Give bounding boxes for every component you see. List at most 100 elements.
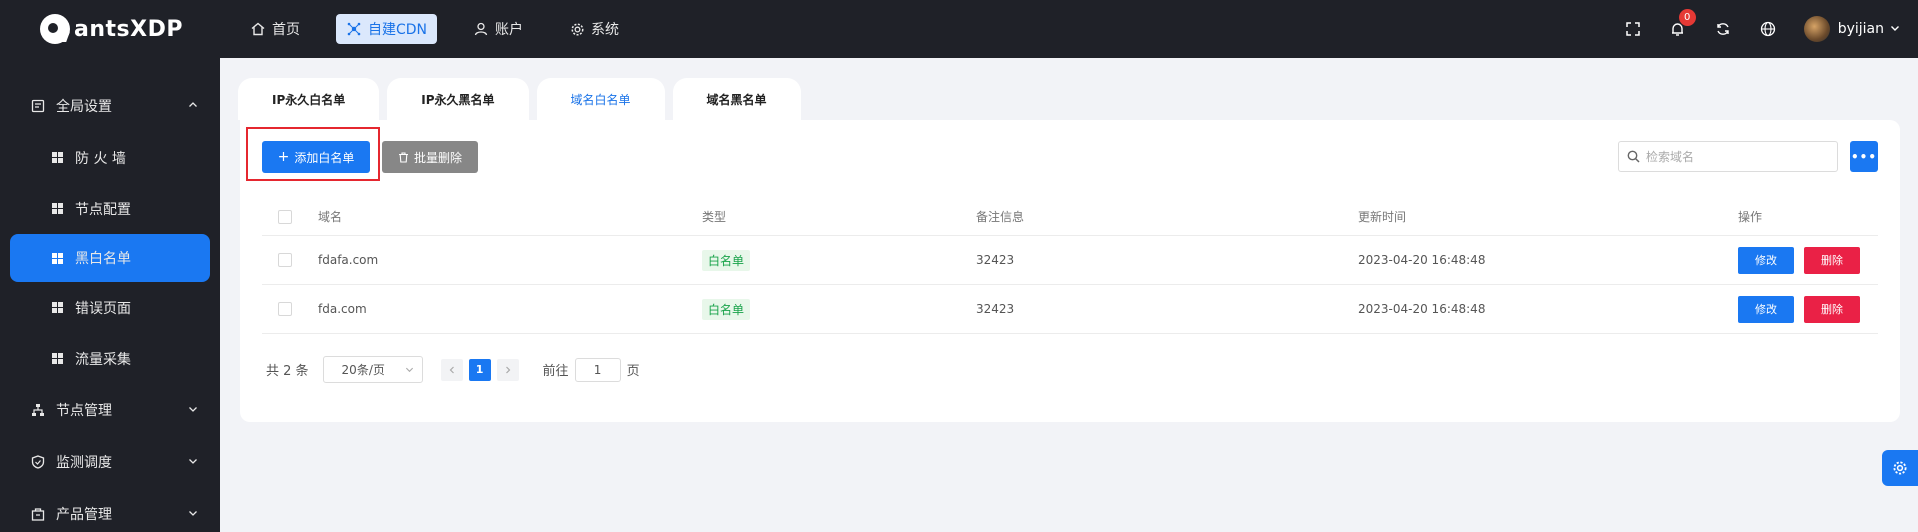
topnav-cdn[interactable]: 自建CDN <box>336 14 438 44</box>
topnav-home-label: 首页 <box>272 22 300 38</box>
topnav-account[interactable]: 账户 <box>463 14 533 44</box>
page-size-select[interactable]: 20条/页 <box>322 356 423 383</box>
sidebar-item-blackwhite-list[interactable]: 黑白名单 <box>10 234 210 282</box>
sidebar-item-label: 错误页面 <box>75 300 131 317</box>
goto-label: 前往 <box>542 364 569 379</box>
brand-name: antsXDP <box>74 16 183 42</box>
trash-icon <box>398 151 409 163</box>
grid-icon <box>52 353 63 364</box>
top-right-tools: 0 byijian <box>1624 0 1918 58</box>
tab-domain-blacklist[interactable]: 域名黑名单 <box>672 78 801 120</box>
avatar <box>1803 16 1830 42</box>
sidebar-group-product-management[interactable]: 产品管理 <box>0 488 220 532</box>
table-row: fda.com 白名单 32423 2023-04-20 16:48:48 修改… <box>262 285 1878 334</box>
column-header-actions: 操作 <box>1738 210 1763 224</box>
type-tag: 白名单 <box>702 298 751 320</box>
more-options-button[interactable]: ••• <box>1850 141 1878 172</box>
add-whitelist-button[interactable]: + 添加白名单 <box>262 141 370 173</box>
chevron-down-icon <box>188 454 198 470</box>
chevron-down-icon <box>405 365 414 374</box>
tab-domain-whitelist[interactable]: 域名白名单 <box>536 78 665 120</box>
sidebar-group-label: 全局设置 <box>56 99 112 115</box>
chevron-down-icon <box>188 402 198 418</box>
topnav-home[interactable]: 首页 <box>240 14 310 44</box>
page-size-value: 20条/页 <box>341 363 385 377</box>
table-header: 域名 类型 备注信息 更新时间 操作 <box>262 198 1878 236</box>
delete-button[interactable]: 删除 <box>1804 246 1860 274</box>
domain-search[interactable] <box>1618 141 1838 172</box>
topnav-cdn-label: 自建CDN <box>368 22 428 38</box>
tab-ip-blacklist[interactable]: IP永久黑名单 <box>387 78 529 120</box>
list-tabs: IP永久白名单 IP永久黑名单 域名白名单 域名黑名单 <box>238 78 809 120</box>
gear-icon <box>1892 460 1908 476</box>
cell-note: 32423 <box>976 302 1015 316</box>
user-menu[interactable]: byijian <box>1803 16 1900 42</box>
column-header-type[interactable]: 类型 <box>702 208 976 225</box>
select-all-checkbox[interactable] <box>278 209 292 224</box>
sidebar-item-node-config[interactable]: 节点配置 <box>0 183 220 234</box>
grid-icon <box>52 252 63 264</box>
cell-domain: fda.com <box>318 302 367 316</box>
sidebar-item-firewall[interactable]: 防 火 墙 <box>0 132 220 183</box>
ellipsis-icon: ••• <box>1850 149 1877 164</box>
grid-icon <box>52 203 63 214</box>
row-checkbox[interactable] <box>278 253 292 267</box>
settings-doc-icon <box>30 98 46 114</box>
bell-icon[interactable]: 0 <box>1669 9 1696 38</box>
pagination: 共 2 条 20条/页 1 前往 页 <box>266 356 640 383</box>
page-unit-label: 页 <box>626 364 640 379</box>
gear-icon <box>569 21 585 37</box>
whitelist-panel: + 添加白名单 批量删除 ••• 域名 类型 备注信息 更新时间 <box>240 120 1900 422</box>
shield-icon <box>30 454 46 470</box>
notification-badge: 0 <box>1678 9 1696 26</box>
sidebar: 全局设置 防 火 墙 节点配置 黑白名单 错误页面 流量采集 节点管理 监测调度… <box>0 58 220 532</box>
sidebar-group-node-management[interactable]: 节点管理 <box>0 384 220 436</box>
chevron-left-icon <box>449 366 454 373</box>
chevron-down-icon <box>1890 21 1900 37</box>
delete-button[interactable]: 删除 <box>1804 295 1860 323</box>
refresh-icon[interactable] <box>1714 20 1732 38</box>
topnav-system-label: 系统 <box>591 22 620 38</box>
sidebar-item-error-pages[interactable]: 错误页面 <box>0 282 220 333</box>
sidebar-group-global-settings[interactable]: 全局设置 <box>0 80 220 132</box>
edit-button[interactable]: 修改 <box>1738 246 1794 274</box>
grid-icon <box>52 152 63 163</box>
logo[interactable]: antsXDP <box>0 0 220 58</box>
chevron-right-icon <box>505 366 510 373</box>
topnav-system[interactable]: 系统 <box>559 14 629 44</box>
sidebar-group-monitor-schedule[interactable]: 监测调度 <box>0 436 220 488</box>
search-input[interactable] <box>1646 149 1826 164</box>
cell-updated: 2023-04-20 16:48:48 <box>1358 302 1486 316</box>
chevron-down-icon <box>188 506 198 522</box>
top-nav: 首页 自建CDN 账户 系统 <box>240 14 655 44</box>
sidebar-group-label: 监测调度 <box>56 455 112 471</box>
page-number-current[interactable]: 1 <box>468 358 491 381</box>
chevron-up-icon <box>188 98 198 114</box>
domain-whitelist-table: 域名 类型 备注信息 更新时间 操作 fdafa.com 白名单 32423 2… <box>262 198 1878 334</box>
edit-button[interactable]: 修改 <box>1738 295 1794 323</box>
column-header-note[interactable]: 备注信息 <box>976 208 1358 225</box>
sidebar-item-label: 黑白名单 <box>75 251 131 267</box>
sidebar-item-traffic-collect[interactable]: 流量采集 <box>0 333 220 384</box>
batch-delete-button[interactable]: 批量删除 <box>382 141 478 173</box>
prev-page-button[interactable] <box>440 358 463 381</box>
globe-icon[interactable] <box>1759 20 1777 38</box>
table-row: fdafa.com 白名单 32423 2023-04-20 16:48:48 … <box>262 236 1878 285</box>
sidebar-item-label: 流量采集 <box>75 351 131 368</box>
fullscreen-icon[interactable] <box>1624 20 1642 38</box>
grid-icon <box>52 302 63 313</box>
sidebar-item-label: 防 火 墙 <box>75 150 126 167</box>
type-tag: 白名单 <box>702 249 751 271</box>
column-header-updated[interactable]: 更新时间 <box>1358 208 1738 225</box>
floating-settings-button[interactable] <box>1882 450 1918 486</box>
sidebar-group-label: 产品管理 <box>56 507 112 523</box>
tab-ip-whitelist[interactable]: IP永久白名单 <box>238 78 380 120</box>
topnav-account-label: 账户 <box>495 22 524 38</box>
column-header-domain[interactable]: 域名 <box>318 208 702 225</box>
goto-page-input[interactable] <box>574 357 621 382</box>
plus-icon: + <box>277 149 290 165</box>
user-icon <box>473 21 489 37</box>
row-checkbox[interactable] <box>278 302 292 316</box>
cell-updated: 2023-04-20 16:48:48 <box>1358 253 1486 267</box>
next-page-button[interactable] <box>496 358 519 381</box>
